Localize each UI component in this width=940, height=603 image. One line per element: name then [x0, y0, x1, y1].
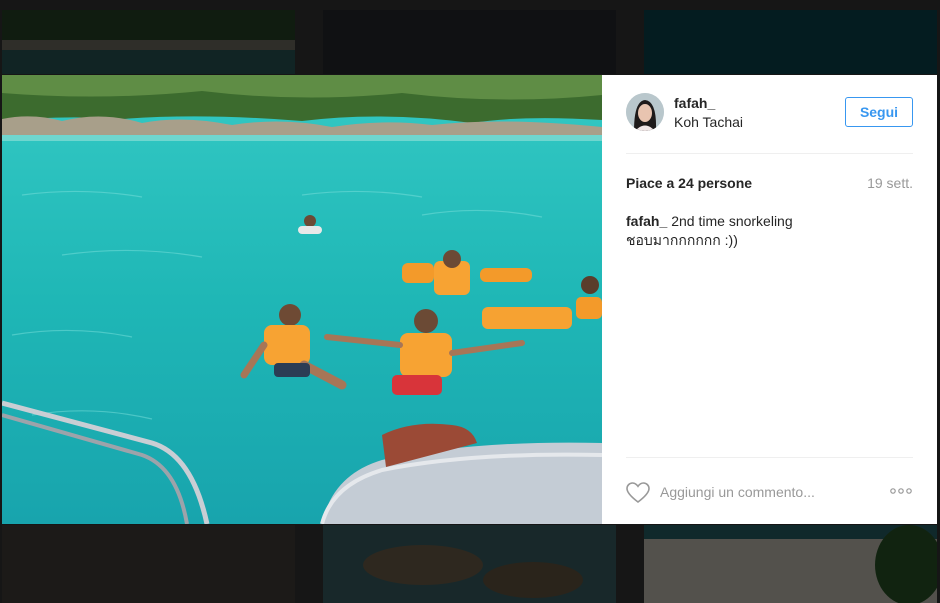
post-date: 19 sett.: [867, 175, 913, 191]
caption-line-1: 2nd time snorkeling: [671, 213, 793, 229]
heart-icon[interactable]: [626, 482, 650, 504]
ellipsis-icon[interactable]: [889, 483, 913, 499]
post-footer: [626, 457, 913, 525]
comment-input[interactable]: [660, 480, 860, 504]
post-caption: fafah_ 2nd time snorkeling ชอบมากกกกกก :)…: [626, 212, 913, 250]
post-photo[interactable]: [2, 75, 602, 524]
follow-button[interactable]: Segui: [845, 97, 913, 127]
username[interactable]: fafah_: [674, 95, 715, 111]
caption-line-2: ชอบมากกกกกก :)): [626, 232, 738, 248]
post-sidebar: fafah_ Koh Tachai Segui Piace a 24 perso…: [602, 75, 937, 524]
likes-count[interactable]: Piace a 24 persone: [626, 175, 752, 191]
post-modal: fafah_ Koh Tachai Segui Piace a 24 perso…: [2, 75, 937, 524]
caption-username[interactable]: fafah_: [626, 213, 667, 229]
post-header: fafah_ Koh Tachai Segui: [626, 93, 913, 154]
avatar[interactable]: [626, 93, 664, 131]
location-link[interactable]: Koh Tachai: [674, 114, 743, 130]
